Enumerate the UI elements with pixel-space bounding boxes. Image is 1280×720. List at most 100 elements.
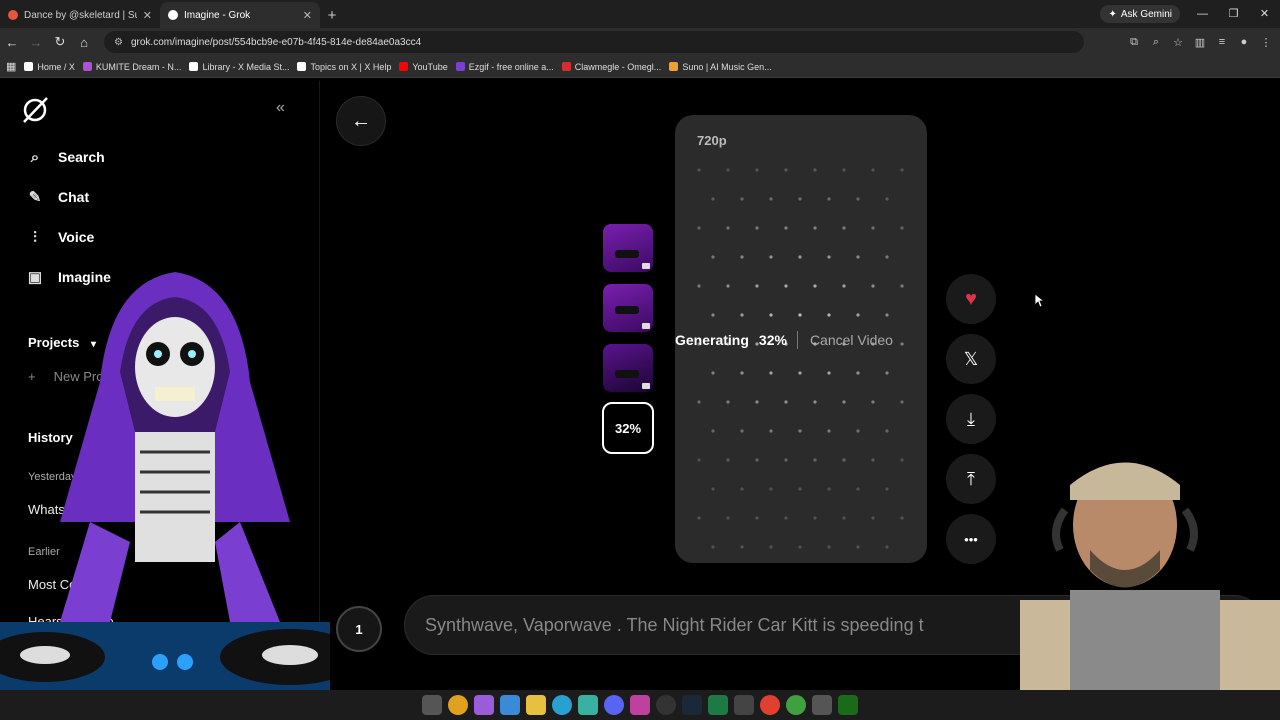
sidebar-item-voice[interactable]: ⫶ Voice [26, 228, 94, 246]
chrome-active-icon[interactable] [760, 695, 780, 715]
mouse-cursor-icon [1035, 294, 1045, 308]
grok-logo-icon[interactable] [20, 95, 50, 125]
loading-dot [885, 255, 889, 259]
tab-grok[interactable]: Imagine - Grok ✕ [160, 2, 320, 28]
restore-icon[interactable]: ❐ [1218, 0, 1249, 28]
bookmark-item[interactable]: Suno | AI Music Gen... [669, 62, 772, 72]
discord-icon[interactable] [604, 695, 624, 715]
store-icon[interactable] [500, 695, 520, 715]
new-tab-button[interactable]: + [320, 2, 344, 28]
tab-suno[interactable]: Dance by @skeletard | Suno ✕ [0, 2, 160, 28]
chrome-icon[interactable] [448, 695, 468, 715]
cancel-video-button[interactable]: Cancel Video [810, 332, 893, 348]
ask-gemini-button[interactable]: ✦ Ask Gemini [1100, 5, 1180, 23]
loading-dot [842, 168, 846, 172]
copilot-icon[interactable] [474, 695, 494, 715]
loading-dot [871, 226, 875, 230]
zoom-icon[interactable]: ⌕ [1148, 36, 1164, 49]
download-button[interactable]: ⤓ [946, 394, 996, 444]
bookmark-item[interactable]: Clawmegle - Omegl... [561, 61, 662, 72]
loading-dot [798, 255, 802, 259]
url-text: grok.com/imagine/post/554bcb9e-e07b-4f45… [130, 36, 422, 48]
close-window-icon[interactable]: ✕ [1249, 0, 1280, 28]
like-button[interactable]: ♥ [946, 274, 996, 324]
loading-dot [798, 371, 802, 375]
sidebar-item-search[interactable]: ⌕ Search [26, 148, 105, 166]
app-icon[interactable] [578, 695, 598, 715]
loading-dot [697, 400, 701, 404]
video-thumbnail[interactable] [603, 344, 653, 392]
snip-icon[interactable] [630, 695, 650, 715]
loading-dot [900, 284, 904, 288]
loading-dot [885, 371, 889, 375]
car-silhouette [615, 370, 639, 378]
loading-dot [740, 255, 744, 259]
loading-dot [827, 255, 831, 259]
kebab-menu-icon[interactable]: ⋮ [1258, 36, 1274, 49]
terminal-icon[interactable] [838, 695, 858, 715]
install-icon[interactable]: ⧉ [1126, 36, 1142, 49]
ask-gemini-label: Ask Gemini [1120, 8, 1172, 20]
loading-dot [711, 487, 715, 491]
back-arrow-icon[interactable]: ← [0, 35, 24, 50]
loading-dot [871, 284, 875, 288]
loading-dot [740, 429, 744, 433]
edge-icon[interactable] [552, 695, 572, 715]
app2-icon[interactable] [734, 695, 754, 715]
counter-badge[interactable]: 1 [336, 606, 382, 652]
excel-icon[interactable] [708, 695, 728, 715]
loading-dot [885, 545, 889, 549]
bookmark-label: Clawmegle - Omegl... [574, 61, 662, 72]
close-icon[interactable]: ✕ [143, 9, 152, 22]
obs-icon[interactable] [656, 695, 676, 715]
bookmark-item[interactable]: Home / X [24, 62, 75, 72]
apps-grid-icon[interactable]: ▦ [6, 60, 16, 73]
generating-thumbnail[interactable]: 32% [602, 402, 654, 454]
steam-icon[interactable] [682, 695, 702, 715]
back-button[interactable]: ← [336, 96, 386, 146]
chrome2-icon[interactable] [786, 695, 806, 715]
prompt-text: Synthwave, Vaporwave . The Night Rider C… [425, 614, 924, 635]
loading-dot [813, 284, 817, 288]
menu-list-icon[interactable]: ≡ [1214, 36, 1230, 49]
collapse-sidebar-icon[interactable]: « [276, 99, 285, 117]
app3-icon[interactable] [812, 695, 832, 715]
bookmark-item[interactable]: KUMITE Dream - N... [82, 62, 181, 72]
sidepanel-icon[interactable]: ▥ [1192, 36, 1208, 49]
taskview-icon[interactable] [422, 695, 442, 715]
video-camera-icon [642, 323, 650, 329]
loading-dot [726, 168, 730, 172]
address-bar[interactable]: ⚙ grok.com/imagine/post/554bcb9e-e07b-4f… [104, 31, 1084, 53]
loading-dot [842, 284, 846, 288]
video-thumbnail[interactable] [603, 284, 653, 332]
explorer-icon[interactable] [526, 695, 546, 715]
loading-dot [900, 400, 904, 404]
forward-arrow-icon[interactable]: → [24, 35, 48, 50]
bookmark-item[interactable]: Topics on X | X Help [297, 62, 391, 72]
bookmark-item[interactable]: Library - X Media St... [189, 62, 289, 72]
profile-icon[interactable]: ● [1236, 36, 1252, 49]
x-logo-icon [189, 62, 199, 71]
suno-favicon-icon [8, 10, 18, 20]
loading-dot [697, 226, 701, 230]
loading-dot [711, 545, 715, 549]
close-icon[interactable]: ✕ [303, 9, 312, 22]
minimize-icon[interactable]: — [1187, 0, 1218, 28]
bookmark-star-icon[interactable]: ☆ [1170, 36, 1186, 49]
site-info-icon[interactable]: ⚙ [114, 37, 123, 48]
loading-dot [726, 226, 730, 230]
youtube-icon [399, 62, 409, 71]
reload-icon[interactable]: ↻ [48, 34, 72, 50]
loading-dot [769, 487, 773, 491]
sidebar-item-chat[interactable]: ✎ Chat [26, 188, 89, 206]
toolbar-icons: ⧉ ⌕ ☆ ▥ ≡ ● ⋮ [1126, 36, 1280, 49]
bookmark-item[interactable]: Ezgif - free online a... [455, 62, 554, 72]
webcam-overlay [1020, 462, 1280, 720]
loading-dot [755, 284, 759, 288]
loading-dot [726, 400, 730, 404]
search-icon: ⌕ [30, 148, 40, 166]
share-x-button[interactable]: 𝕏 [946, 334, 996, 384]
video-thumbnail[interactable] [603, 224, 653, 272]
home-icon[interactable]: ⌂ [72, 35, 96, 50]
bookmark-item[interactable]: YouTube [399, 62, 448, 72]
